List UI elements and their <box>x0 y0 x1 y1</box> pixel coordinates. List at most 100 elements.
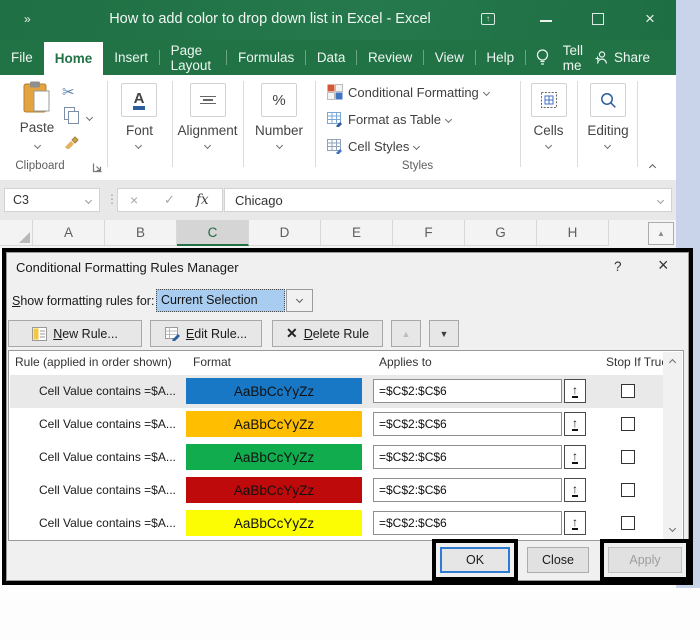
tell-me-box[interactable]: Tell me <box>557 40 594 75</box>
applies-to-input[interactable] <box>373 379 562 403</box>
tab-home[interactable]: Home <box>44 42 104 75</box>
new-rule-button[interactable]: New Rule... <box>8 320 142 347</box>
help-icon[interactable]: ? <box>614 259 622 274</box>
expand-formula-bar-chevron[interactable] <box>657 197 664 204</box>
move-rule-up-button[interactable]: ▲ <box>391 320 421 347</box>
rule-row[interactable]: Cell Value contains =$A... AaBbCcYyZz ↑ <box>10 441 664 474</box>
tab-data[interactable]: Data <box>306 40 357 75</box>
applies-to-input[interactable] <box>373 445 562 469</box>
ok-button[interactable]: OK <box>440 547 510 573</box>
format-as-table-button[interactable]: Format as Table <box>327 111 451 127</box>
show-rules-dropdown-arrow[interactable] <box>286 289 313 312</box>
alignment-group-icon-button[interactable] <box>190 83 226 117</box>
stop-if-true-checkbox[interactable] <box>621 516 635 530</box>
stop-if-true-checkbox[interactable] <box>621 483 635 497</box>
applies-to-input[interactable] <box>373 511 562 535</box>
number-group-chevron[interactable] <box>276 142 283 149</box>
clipboard-dialog-launcher-icon[interactable] <box>92 162 103 173</box>
applies-to-input[interactable] <box>373 478 562 502</box>
column-header-b[interactable]: B <box>105 220 177 246</box>
formula-input[interactable]: Chicago <box>224 188 672 212</box>
conditional-formatting-rules-manager-dialog: Conditional Formatting Rules Manager ? ×… <box>2 248 693 585</box>
column-header-e[interactable]: E <box>321 220 393 246</box>
collapse-ribbon-chevron[interactable] <box>649 164 656 171</box>
delete-rule-button[interactable]: ✕ Delete Rule <box>272 320 383 347</box>
editing-group-chevron[interactable] <box>604 142 611 149</box>
clipboard-group-label: Clipboard <box>8 160 72 172</box>
close-dialog-button[interactable]: Close <box>527 547 589 573</box>
cancel-icon[interactable]: × <box>130 192 138 208</box>
stop-if-true-checkbox[interactable] <box>621 384 635 398</box>
edit-rule-button[interactable]: Edit Rule... <box>150 320 262 347</box>
insert-function-icon[interactable]: fx <box>196 192 209 208</box>
paste-dropdown-chevron[interactable] <box>33 142 40 149</box>
font-group-chevron[interactable] <box>135 142 142 149</box>
rule-row[interactable]: Cell Value contains =$A... AaBbCcYyZz ↑ <box>10 408 664 441</box>
column-header-f[interactable]: F <box>393 220 465 246</box>
column-header-d[interactable]: D <box>249 220 321 246</box>
stop-if-true-checkbox[interactable] <box>621 417 635 431</box>
rule-description: Cell Value contains =$A... <box>39 483 176 497</box>
tab-formulas[interactable]: Formulas <box>227 40 305 75</box>
format-preview: AaBbCcYyZz <box>186 444 362 470</box>
select-all-corner[interactable] <box>0 220 33 246</box>
alignment-group-chevron[interactable] <box>204 142 211 149</box>
conditional-formatting-label: Conditional Formatting <box>348 85 479 100</box>
move-rule-down-button[interactable]: ▼ <box>429 320 459 347</box>
collapse-dialog-button[interactable]: ↑ <box>564 478 586 502</box>
ribbon-tab-bar: File Home Insert Page Layout Formulas Da… <box>0 40 676 75</box>
copy-dropdown-chevron[interactable] <box>86 114 93 121</box>
tab-page-layout[interactable]: Page Layout <box>160 40 227 75</box>
dialog-close-icon[interactable]: × <box>658 255 669 276</box>
apply-button[interactable]: Apply <box>608 547 682 573</box>
tab-file[interactable]: File <box>0 40 44 75</box>
column-header-a[interactable]: A <box>33 220 105 246</box>
collapse-dialog-button[interactable]: ↑ <box>564 445 586 469</box>
rule-description: Cell Value contains =$A... <box>39 516 176 530</box>
scroll-up-button[interactable]: ▲ <box>648 222 674 245</box>
tab-view[interactable]: View <box>424 40 475 75</box>
conditional-formatting-button[interactable]: Conditional Formatting <box>327 84 489 100</box>
cut-icon[interactable]: ✂ <box>62 83 75 101</box>
minimize-button[interactable] <box>540 20 552 22</box>
delete-rule-label: Delete Rule <box>304 327 369 341</box>
name-box[interactable]: C3 <box>4 188 100 212</box>
cell-styles-icon <box>327 138 343 154</box>
ribbon-display-options-icon[interactable]: ↑ <box>481 13 495 25</box>
collapse-dialog-button[interactable]: ↑ <box>564 412 586 436</box>
tab-help[interactable]: Help <box>475 40 525 75</box>
enter-icon[interactable]: ✓ <box>164 192 175 208</box>
tab-review[interactable]: Review <box>357 40 423 75</box>
stop-if-true-checkbox[interactable] <box>621 450 635 464</box>
number-group-icon-button[interactable]: % <box>261 83 297 117</box>
column-header-c[interactable]: C <box>177 220 249 246</box>
rule-row[interactable]: Cell Value contains =$A... AaBbCcYyZz ↑ <box>10 474 664 507</box>
format-painter-icon[interactable] <box>63 133 79 149</box>
scrollbar-up-button[interactable] <box>663 352 682 370</box>
scrollbar-down-button[interactable] <box>663 521 682 539</box>
styles-group-label: Styles <box>315 160 520 172</box>
cells-group-chevron[interactable] <box>545 142 552 149</box>
maximize-button[interactable] <box>592 13 604 25</box>
list-scrollbar[interactable] <box>663 352 682 539</box>
cells-group-icon-button[interactable] <box>531 83 567 117</box>
show-rules-dropdown[interactable]: Current Selection <box>156 289 285 312</box>
collapse-dialog-button[interactable]: ↑ <box>564 379 586 403</box>
column-header-h[interactable]: H <box>537 220 609 246</box>
paste-button[interactable]: Paste <box>14 81 60 153</box>
editing-group-icon-button[interactable] <box>590 83 626 117</box>
font-group-icon-button[interactable]: A <box>121 83 157 117</box>
close-button[interactable]: × <box>642 9 658 25</box>
chevron-down-icon <box>296 296 303 303</box>
cell-styles-button[interactable]: Cell Styles <box>327 138 419 154</box>
quick-access-toolbar-icon[interactable]: » <box>24 12 29 26</box>
rule-row[interactable]: Cell Value contains =$A... AaBbCcYyZz ↑ <box>10 375 664 408</box>
column-header-g[interactable]: G <box>465 220 537 246</box>
share-button[interactable]: Share <box>594 40 650 75</box>
rule-row[interactable]: Cell Value contains =$A... AaBbCcYyZz ↑ <box>10 507 664 540</box>
name-box-chevron[interactable] <box>85 197 92 204</box>
applies-to-input[interactable] <box>373 412 562 436</box>
share-label: Share <box>614 50 650 65</box>
collapse-dialog-button[interactable]: ↑ <box>564 511 586 535</box>
tab-insert[interactable]: Insert <box>103 40 159 75</box>
